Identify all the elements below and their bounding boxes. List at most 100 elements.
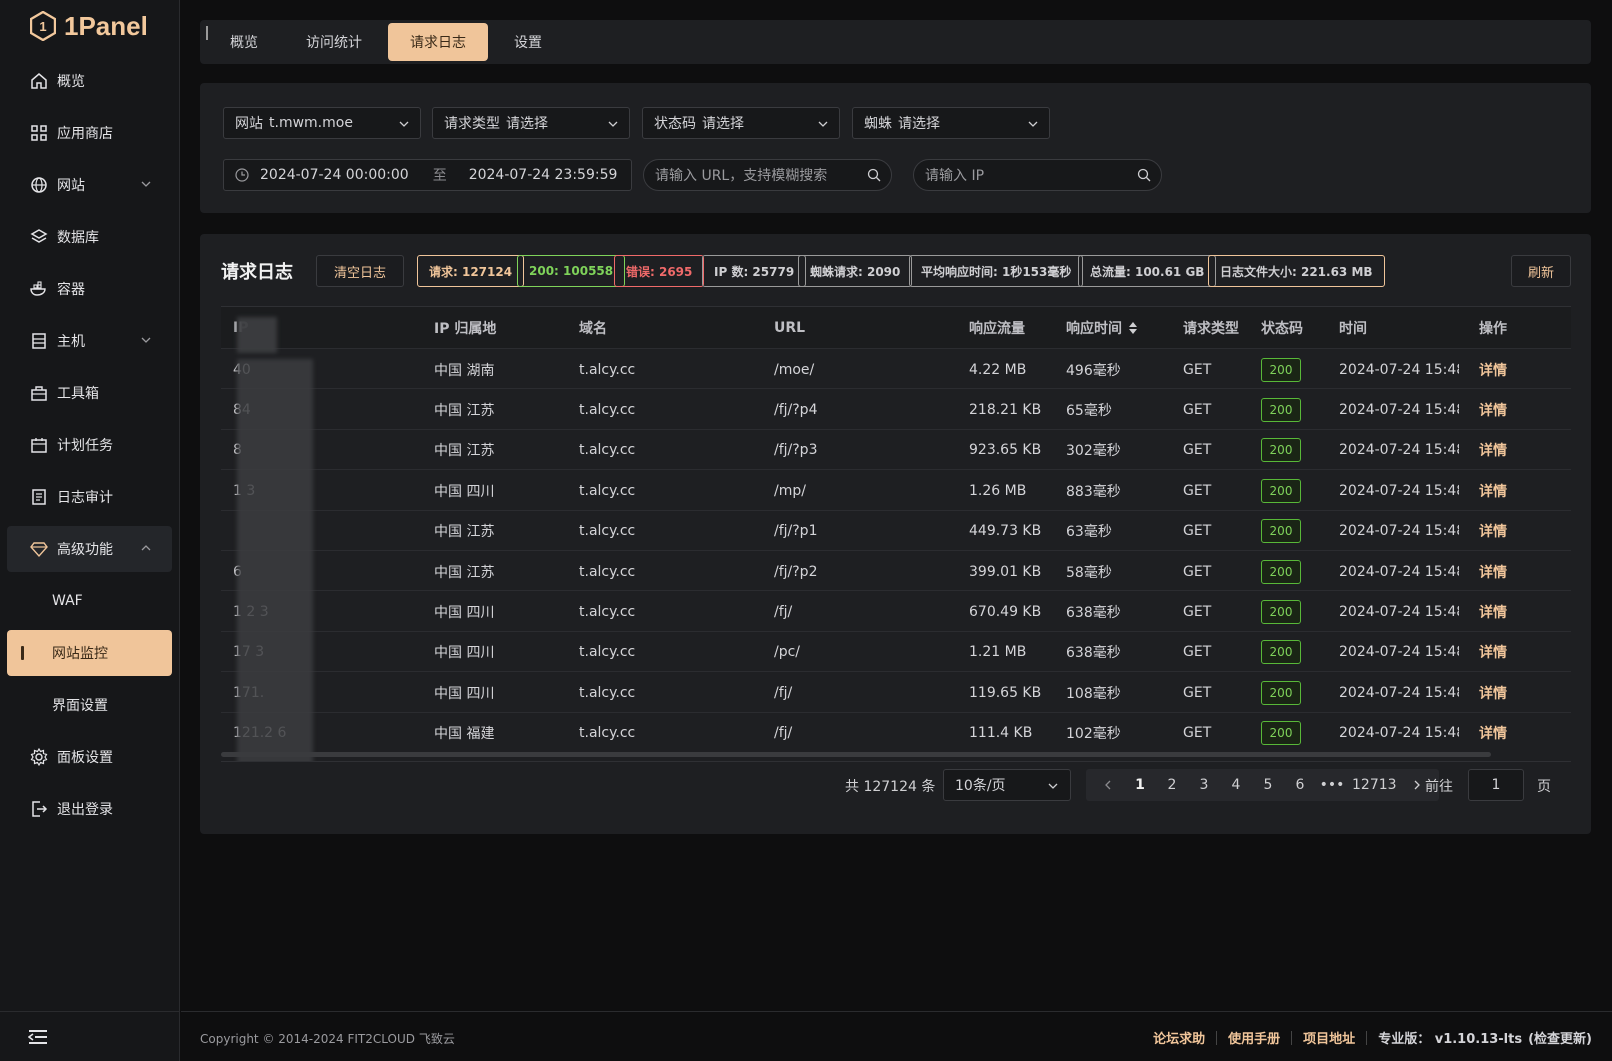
sidebar-item-appstore[interactable]: 应用商店 <box>7 110 172 156</box>
page-last[interactable]: 12713 <box>1348 769 1401 801</box>
sidebar-item-website[interactable]: 网站 <box>7 162 172 208</box>
page-size-value: 10条/页 <box>955 778 1006 794</box>
sidebar-subitem-monitor[interactable]: 网站监控 <box>7 630 172 676</box>
site-select[interactable]: 网站 t.mwm.moe <box>223 107 421 139</box>
sidebar-subitem-waf[interactable]: WAF <box>7 578 172 624</box>
badge-errors: 错误: 2695 <box>614 255 705 287</box>
search-icon[interactable] <box>1137 168 1151 182</box>
docker-icon <box>29 279 49 299</box>
sidebar-item-advanced[interactable]: 高级功能 <box>7 526 172 572</box>
cell-url: /pc/ <box>774 644 801 661</box>
col-time[interactable]: 响应时间 <box>1066 307 1178 348</box>
sidebar-subitem-ui-settings[interactable]: 界面设置 <box>7 682 172 728</box>
sidebar-item-toolbox[interactable]: 工具箱 <box>7 370 172 416</box>
ip-redaction <box>237 359 313 761</box>
prev-page-button[interactable] <box>1092 769 1124 801</box>
url-search-input[interactable]: 请输入 URL，支持模糊搜索 <box>643 159 892 191</box>
status-badge: 200 <box>1261 478 1301 503</box>
cell-size: 4.22 MB <box>969 361 1027 378</box>
cell-location: 中国 四川 <box>434 483 495 500</box>
cell-domain: t.alcy.cc <box>579 523 636 540</box>
sidebar-item-panel-settings[interactable]: 面板设置 <box>7 734 172 780</box>
horizontal-scrollbar[interactable] <box>221 752 1491 757</box>
sidebar-item-container[interactable]: 容器 <box>7 266 172 312</box>
forum-link[interactable]: 论坛求助 <box>1153 1028 1205 1047</box>
page-4[interactable]: 4 <box>1220 769 1252 801</box>
spider-select[interactable]: 蜘蛛 请选择 <box>852 107 1050 139</box>
cell-timestamp: 2024-07-24 15:48 <box>1339 644 1459 661</box>
cell-time: 108毫秒 <box>1066 685 1121 702</box>
badge-requests: 请求: 127124 <box>417 255 525 287</box>
table-row: 84中国 江苏t.alcy.cc/fj/?p4218.21 KB65毫秒GET2… <box>221 388 1571 430</box>
cell-size: 399.01 KB <box>969 563 1042 580</box>
cell-op[interactable]: 详情 <box>1479 551 1539 592</box>
globe-icon <box>29 175 49 195</box>
chevron-up-icon <box>141 545 151 551</box>
sidebar-item-cron[interactable]: 计划任务 <box>7 422 172 468</box>
cell-status: 200 <box>1261 430 1335 471</box>
table-row: 121.2 6中国 福建t.alcy.cc/fj/111.4 KB102毫秒GE… <box>221 711 1571 754</box>
sidebar-item-label: 工具箱 <box>57 386 99 402</box>
clear-log-button[interactable]: 清空日志 <box>316 255 404 287</box>
chevron-down-icon <box>141 337 151 343</box>
clock-icon <box>235 168 249 182</box>
goto-page-input[interactable]: 1 <box>1468 769 1524 801</box>
cell-time: 65毫秒 <box>1066 402 1112 419</box>
cell-op[interactable]: 详情 <box>1479 430 1539 471</box>
cell-timestamp: 2024-07-24 15:48 <box>1339 523 1459 540</box>
check-update-link[interactable]: (检查更新) <box>1528 1028 1592 1047</box>
badge-log-size: 日志文件大小: 221.63 MB <box>1208 255 1385 287</box>
cell-url: /fj/?p3 <box>774 442 818 459</box>
ip-search-input[interactable]: 请输入 IP <box>913 159 1162 191</box>
badge-spider: 蜘蛛请求: 2090 <box>798 255 913 287</box>
manual-link[interactable]: 使用手册 <box>1228 1028 1280 1047</box>
tab-request-log[interactable]: 请求日志 <box>388 23 488 61</box>
sidebar-item-logout[interactable]: 退出登录 <box>7 786 172 832</box>
chevron-left-icon <box>1105 780 1111 790</box>
status-select[interactable]: 状态码 请选择 <box>642 107 840 139</box>
search-icon[interactable] <box>867 168 881 182</box>
cell-location: 中国 湖南 <box>434 362 495 379</box>
tab-stats[interactable]: 访问统计 <box>284 23 384 61</box>
page-size-select[interactable]: 10条/页 <box>943 769 1071 801</box>
date-start: 2024-07-24 00:00:00 <box>260 167 409 183</box>
sidebar-item-label: 网站 <box>57 178 85 194</box>
sidebar-item-logs[interactable]: 日志审计 <box>7 474 172 520</box>
page-2[interactable]: 2 <box>1156 769 1188 801</box>
cell-op[interactable]: 详情 <box>1479 470 1539 511</box>
cell-op[interactable]: 详情 <box>1479 632 1539 673</box>
page-ellipsis[interactable]: ••• <box>1316 769 1348 801</box>
cell-time: 638毫秒 <box>1066 645 1121 662</box>
project-link[interactable]: 项目地址 <box>1303 1028 1355 1047</box>
chevron-down-icon <box>1028 121 1038 127</box>
sort-icon[interactable] <box>1128 321 1138 335</box>
cell-op[interactable]: 详情 <box>1479 349 1539 390</box>
cell-url: /fj/?p4 <box>774 401 818 418</box>
app-logo[interactable]: 1 1Panel <box>0 0 179 52</box>
cell-time: 302毫秒 <box>1066 443 1121 460</box>
tab-settings[interactable]: 设置 <box>492 23 564 61</box>
sidebar-menu: 概览 应用商店 网站 数据库 容器 主机 工具箱 计划任务 日志审计 高级功能 … <box>0 52 179 844</box>
method-select[interactable]: 请求类型 请选择 <box>432 107 630 139</box>
page-6[interactable]: 6 <box>1284 769 1316 801</box>
col-timestamp: 时间 <box>1339 320 1367 337</box>
status-badge: 200 <box>1261 559 1301 584</box>
cell-op[interactable]: 详情 <box>1479 713 1539 754</box>
footer-divider <box>1366 1030 1368 1045</box>
sidebar-item-host[interactable]: 主机 <box>7 318 172 364</box>
page-1[interactable]: 1 <box>1124 769 1156 801</box>
cell-op[interactable]: 详情 <box>1479 511 1539 552</box>
page-5[interactable]: 5 <box>1252 769 1284 801</box>
cell-op[interactable]: 详情 <box>1479 672 1539 713</box>
refresh-button[interactable]: 刷新 <box>1511 255 1571 287</box>
sidebar-item-database[interactable]: 数据库 <box>7 214 172 260</box>
page-3[interactable]: 3 <box>1188 769 1220 801</box>
cell-method: GET <box>1183 644 1212 661</box>
cell-method: GET <box>1183 523 1212 540</box>
cell-op[interactable]: 详情 <box>1479 389 1539 430</box>
sidebar-collapse[interactable] <box>0 1011 180 1061</box>
cell-op[interactable]: 详情 <box>1479 591 1539 632</box>
tab-overview[interactable]: 概览 <box>208 23 280 61</box>
date-range-picker[interactable]: 2024-07-24 00:00:00 至 2024-07-24 23:59:5… <box>223 159 632 191</box>
sidebar-item-overview[interactable]: 概览 <box>7 58 172 104</box>
